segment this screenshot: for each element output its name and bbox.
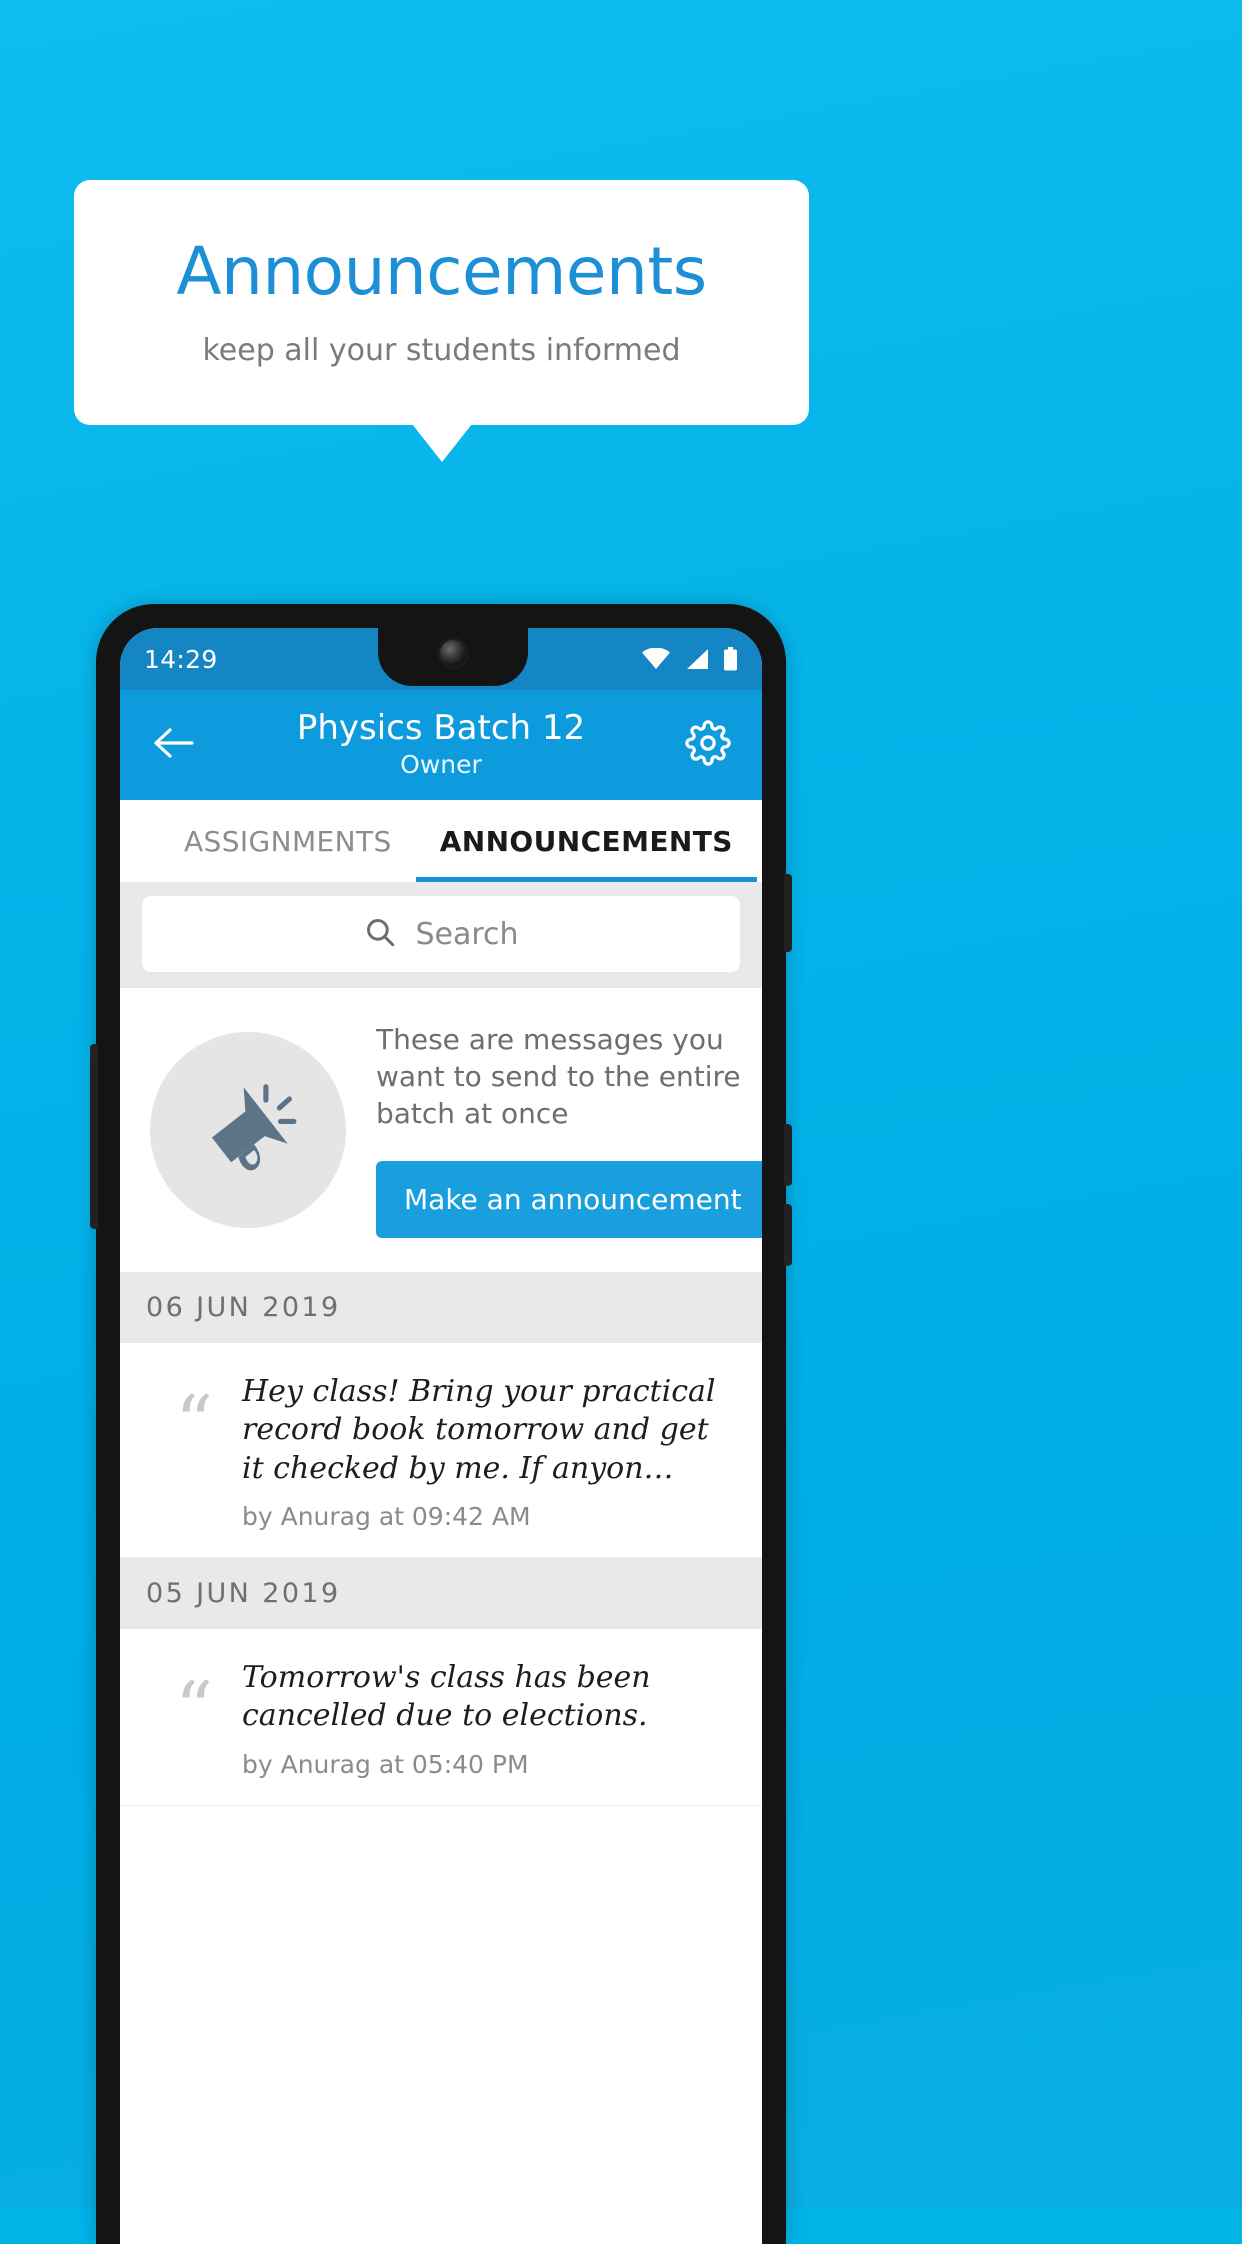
date-header: 05 JUN 2019: [120, 1558, 762, 1630]
announcement-meta: by Anurag at 09:42 AM: [242, 1502, 531, 1532]
page-title: Physics Batch 12: [296, 707, 586, 748]
tab-label: ASSIGNMENTS: [184, 824, 392, 858]
promo-callout-card: Announcements keep all your students inf…: [74, 180, 809, 425]
tab-label: ANNOUNCEMENTS: [439, 824, 733, 858]
app-bar-titles: Physics Batch 12 Owner: [206, 709, 676, 779]
battery-icon: [723, 647, 738, 671]
wifi-icon: [641, 648, 671, 670]
quote-icon: “: [175, 1379, 213, 1466]
phone-notch: [352, 628, 554, 686]
announcement-list-item[interactable]: “ Tomorrow's class has been cancelled du…: [120, 1629, 762, 1806]
status-bar: 14:29: [120, 628, 762, 690]
gear-icon: [685, 719, 731, 771]
promo-subtitle: keep all your students informed: [202, 332, 681, 368]
back-button[interactable]: [142, 713, 206, 777]
status-icon-group: [641, 647, 738, 671]
signal-icon: [684, 648, 710, 670]
make-announcement-card: These are messages you want to send to t…: [120, 988, 762, 1272]
arrow-left-icon: [153, 727, 195, 764]
search-input[interactable]: Search: [142, 896, 740, 972]
make-announcement-description: These are messages you want to send to t…: [376, 1023, 741, 1130]
tab-assignments[interactable]: ASSIGNMENTS: [160, 800, 416, 882]
phone-volume-button: [90, 1044, 98, 1229]
phone-power-button: [784, 874, 792, 952]
phone-device-frame: 14:29 Physics Batch 12 Owner ASSIGNMENTS…: [90, 604, 792, 2244]
announcement-list-item[interactable]: “ Hey class! Bring your practical record…: [120, 1342, 762, 1559]
phone-screen: 14:29 Physics Batch 12 Owner ASSIGNMENTS…: [120, 628, 762, 2244]
tab-announcements[interactable]: ANNOUNCEMENTS: [415, 800, 757, 882]
announcement-body: Tomorrow's class has been cancelled due …: [242, 1659, 736, 1779]
status-time: 14:29: [144, 644, 218, 674]
search-placeholder: Search: [415, 916, 519, 952]
quote-icon: “: [175, 1666, 213, 1753]
search-icon: [363, 915, 397, 954]
announcement-body: Hey class! Bring your practical record b…: [242, 1373, 736, 1531]
megaphone-avatar: [150, 1031, 346, 1228]
megaphone-icon: [192, 1071, 304, 1188]
announcement-text: Tomorrow's class has been cancelled due …: [242, 1660, 651, 1734]
phone-volume-down-button: [784, 1204, 792, 1266]
callout-pointer: [412, 424, 472, 462]
make-announcement-button[interactable]: Make an announcement: [376, 1160, 762, 1238]
page-subtitle: Owner: [400, 750, 482, 780]
date-header: 06 JUN 2019: [120, 1271, 762, 1343]
settings-button[interactable]: [676, 713, 740, 777]
front-camera-icon: [440, 640, 466, 666]
phone-volume-up-button: [784, 1124, 792, 1186]
promo-title: Announcements: [176, 233, 707, 311]
app-bar: Physics Batch 12 Owner: [120, 690, 762, 800]
tab-bar[interactable]: ASSIGNMENTS ANNOUNCEMENTS TESTS : [120, 800, 762, 882]
tab-tests[interactable]: TESTS: [757, 800, 762, 882]
announcement-meta: by Anurag at 05:40 PM: [242, 1749, 529, 1779]
announcement-text: Hey class! Bring your practical record b…: [242, 1373, 716, 1486]
search-bar-container: Search: [120, 882, 762, 988]
make-announcement-content: These are messages you want to send to t…: [376, 1022, 762, 1238]
